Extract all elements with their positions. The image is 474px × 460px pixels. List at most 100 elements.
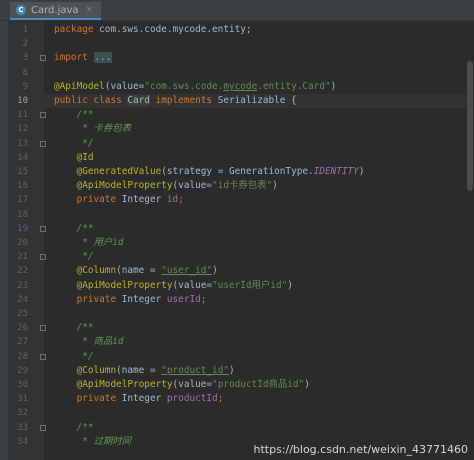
code-token: import <box>54 52 94 63</box>
code-text: @Column(name = "product_id") <box>54 364 235 378</box>
code-line[interactable]: 24 private Integer userId; <box>0 293 474 307</box>
code-text: private Integer id; <box>54 193 184 207</box>
code-token: ) <box>358 166 365 177</box>
code-token: */ <box>54 251 94 262</box>
code-line[interactable]: 29 @Column(name = "product_id") <box>0 364 474 378</box>
scrollbar-thumb[interactable] <box>467 61 473 191</box>
fold-marker-icon[interactable] <box>40 112 46 118</box>
code-token: Integer <box>121 393 167 404</box>
code-token: @Column <box>54 365 117 376</box>
code-token: @Column <box>54 265 117 276</box>
code-token: "com.sws.code. <box>144 81 224 92</box>
code-line[interactable]: 1 package com.sws.code.mycode.entity; <box>0 23 474 37</box>
code-token: userId <box>166 294 201 305</box>
code-text: @ApiModelProperty(value="id卡券包表") <box>54 179 278 193</box>
code-token: productId <box>166 393 218 404</box>
code-line[interactable]: 17 private Integer id; <box>0 193 474 207</box>
code-token: * 商品id <box>54 336 124 347</box>
code-text: @ApiModel(value="com.sws.code.mycode.ent… <box>54 80 336 94</box>
code-text: @ApiModelProperty(value="productId商品id") <box>54 378 310 392</box>
code-token: * 卡券包表 <box>54 123 132 134</box>
line-number: 24 <box>17 295 28 305</box>
code-token: (name = <box>116 265 162 276</box>
code-line[interactable]: 30 @ApiModelProperty(value="productId商品i… <box>0 378 474 392</box>
code-token: (name = <box>116 365 162 376</box>
line-number: 18 <box>17 210 28 220</box>
code-line[interactable]: 15 @GeneratedValue(strategy = Generation… <box>0 165 474 179</box>
code-line[interactable]: 27 * 商品id <box>0 335 474 349</box>
code-token: IDENTITY <box>313 166 359 177</box>
line-number: 30 <box>17 380 28 390</box>
code-line[interactable]: 10 public class Card implements Serializa… <box>0 94 474 108</box>
code-token: "userId用户id" <box>212 280 288 291</box>
code-token: com.sws.code.mycode.entity; <box>99 24 252 35</box>
code-line[interactable]: 33 /** <box>0 421 474 435</box>
code-line[interactable]: 18 <box>0 208 474 222</box>
line-number: 11 <box>17 110 28 120</box>
line-number: 22 <box>17 266 28 276</box>
code-token: (strategy = GenerationType. <box>161 166 314 177</box>
code-token: /** <box>54 322 94 333</box>
code-text: * 商品id <box>54 335 124 349</box>
code-line[interactable]: 19 /** <box>0 222 474 236</box>
code-token: (value= <box>172 379 213 390</box>
line-number: 23 <box>17 281 28 291</box>
line-number: 8 <box>22 68 28 78</box>
tab-card-java[interactable]: C Card.java × <box>10 2 102 20</box>
code-token: private <box>54 194 122 205</box>
fold-marker-icon[interactable] <box>40 425 46 431</box>
line-number: 21 <box>17 252 28 262</box>
code-line[interactable]: 28 */ <box>0 350 474 364</box>
code-token: Card <box>127 95 150 106</box>
code-text: * 用户id <box>54 236 123 250</box>
fold-marker-icon[interactable] <box>40 254 46 260</box>
code-line[interactable]: 31 private Integer productId; <box>0 392 474 406</box>
java-class-icon: C <box>16 5 26 15</box>
code-token: Integer <box>121 294 167 305</box>
code-line[interactable]: 21 */ <box>0 250 474 264</box>
code-line[interactable]: 22 @Column(name = "user_id") <box>0 264 474 278</box>
code-token: (value= <box>104 81 145 92</box>
line-number: 19 <box>17 224 28 234</box>
fold-marker-icon[interactable] <box>40 226 46 232</box>
code-token: ) <box>287 280 293 291</box>
code-line[interactable]: 16 @ApiModelProperty(value="id卡券包表") <box>0 179 474 193</box>
line-number: 14 <box>17 153 28 163</box>
code-token: ) <box>228 365 235 376</box>
code-token: ) <box>304 379 310 390</box>
code-token: /** <box>54 223 94 234</box>
code-token: /** <box>54 422 94 433</box>
line-number: 10 <box>17 96 28 106</box>
code-token: @Id <box>54 152 94 163</box>
code-line[interactable]: 3 import ... <box>0 51 474 65</box>
code-line[interactable]: 11 /** <box>0 108 474 122</box>
fold-marker-icon[interactable] <box>40 55 46 61</box>
code-line[interactable]: 9 @ApiModel(value="com.sws.code.mycode.en… <box>0 80 474 94</box>
code-line[interactable]: 2 <box>0 37 474 51</box>
code-token: .entity.Card" <box>257 81 331 92</box>
code-line[interactable]: 32 <box>0 406 474 420</box>
code-line[interactable]: 13 */ <box>0 137 474 151</box>
code-line[interactable]: 20 * 用户id <box>0 236 474 250</box>
code-text: * 卡券包表 <box>54 122 131 136</box>
code-line[interactable]: 8 <box>0 66 474 80</box>
code-line[interactable]: 12 * 卡券包表 <box>0 122 474 136</box>
code-line[interactable]: 26 /** <box>0 321 474 335</box>
code-token: ) <box>330 81 337 92</box>
code-token: @GeneratedValue <box>54 166 162 177</box>
fold-marker-icon[interactable] <box>40 141 46 147</box>
code-token: @ApiModelProperty <box>54 280 173 291</box>
code-line[interactable]: 25 <box>0 307 474 321</box>
fold-marker-icon[interactable] <box>40 325 46 331</box>
line-number: 1 <box>22 25 28 35</box>
code-text: public class Card implements Serializabl… <box>54 94 297 108</box>
code-line[interactable]: 14 @Id <box>0 151 474 165</box>
code-line[interactable]: 23 @ApiModelProperty(value="userId用户id") <box>0 279 474 293</box>
line-number: 33 <box>17 423 28 433</box>
fold-marker-icon[interactable] <box>40 354 46 360</box>
code-text: @Id <box>54 151 94 165</box>
line-number: 32 <box>17 408 28 418</box>
code-text: */ <box>54 137 93 151</box>
vertical-scrollbar[interactable] <box>466 21 474 460</box>
close-icon[interactable]: × <box>86 5 94 15</box>
